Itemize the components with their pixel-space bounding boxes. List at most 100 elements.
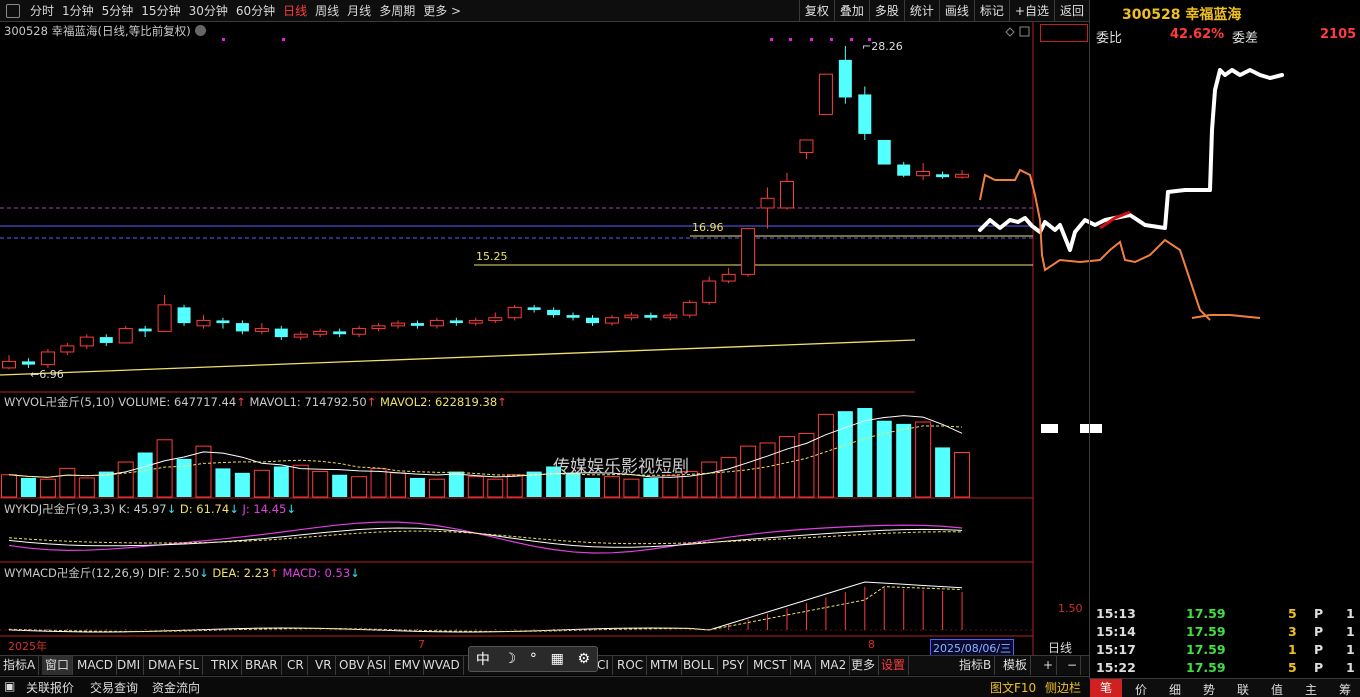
volume-bar bbox=[954, 452, 971, 498]
volume-bar bbox=[39, 478, 56, 498]
candle-body bbox=[760, 197, 775, 209]
indicator-tab-8[interactable]: CR bbox=[284, 656, 308, 675]
candle-body bbox=[936, 174, 950, 178]
candle-body bbox=[721, 273, 736, 282]
macd-indicator-name: WYMACD卍金斤(12,26,9) bbox=[4, 566, 145, 580]
indicator-tab-26[interactable]: + bbox=[1040, 656, 1058, 675]
volume-bar bbox=[623, 478, 640, 498]
volume-bar bbox=[701, 461, 718, 498]
trade-query-button[interactable]: 交易查询 bbox=[90, 679, 138, 696]
macd-dea-line bbox=[8, 586, 963, 632]
right-tab-5[interactable]: 值 bbox=[1271, 681, 1283, 697]
tick-flag: P bbox=[1314, 624, 1324, 639]
indicator-tab-15[interactable]: ROC bbox=[614, 656, 648, 675]
volume-bar bbox=[117, 461, 134, 498]
float-tool-4[interactable]: ⚙ bbox=[578, 651, 591, 667]
fund-flow-button[interactable]: 资金流向 bbox=[152, 679, 200, 696]
float-tool-1[interactable]: ☽ bbox=[504, 651, 517, 667]
candle-body bbox=[79, 336, 94, 347]
indicator-tab-16[interactable]: MTM bbox=[647, 656, 683, 675]
indicator-tab-24[interactable]: 指标B bbox=[956, 656, 996, 675]
orange-stroke-2 bbox=[1191, 314, 1261, 319]
candle-body bbox=[663, 314, 678, 319]
sector-watermark: 传媒娱乐影视短剧 bbox=[553, 457, 689, 477]
indicator-tab-2[interactable]: MACD bbox=[74, 656, 117, 675]
indicator-tab-11[interactable]: ASI bbox=[364, 656, 391, 675]
candle-body bbox=[741, 228, 756, 275]
indicator-tab-5[interactable]: FSL bbox=[175, 656, 203, 675]
indicator-tab-1[interactable]: 窗口 bbox=[42, 656, 74, 675]
right-tab-7[interactable]: 筹 bbox=[1339, 681, 1351, 697]
weibi-label: 委比 bbox=[1096, 31, 1123, 46]
price-line-label-1525: 15.25 bbox=[476, 250, 508, 263]
volume-bar bbox=[428, 478, 445, 498]
indicator-tab-23[interactable]: 设置 bbox=[878, 656, 910, 675]
period-label: 日线 bbox=[1048, 641, 1073, 655]
indicator-tab-19[interactable]: MCST bbox=[750, 656, 791, 675]
tick-row: 15:22 17.59 5 P 1 bbox=[1092, 660, 1360, 678]
volume-bar bbox=[837, 411, 853, 497]
volume-bar bbox=[896, 423, 912, 497]
indicator-tab-20[interactable]: MA bbox=[790, 656, 816, 675]
tick-volume: 1 bbox=[1288, 642, 1297, 657]
volume-bar bbox=[448, 471, 464, 497]
low-price-value: 6.96 bbox=[39, 368, 64, 381]
volume-bar bbox=[935, 447, 951, 497]
related-quote-button[interactable]: 关联报价 bbox=[26, 679, 74, 696]
tick-flag: P bbox=[1314, 660, 1324, 675]
indicator-tab-9[interactable]: VR bbox=[312, 656, 336, 675]
candle-body bbox=[527, 307, 541, 310]
indicator-tab-0[interactable]: 指标A bbox=[0, 656, 40, 675]
candle-body bbox=[897, 164, 911, 176]
candle-body bbox=[682, 301, 697, 316]
tick-time: 15:13 bbox=[1096, 606, 1136, 621]
indicator-tab-25[interactable]: 模板 bbox=[1000, 656, 1032, 675]
tick-flag: P bbox=[1314, 606, 1324, 621]
indicator-tab-3[interactable]: DMI bbox=[114, 656, 145, 675]
indicator-tab-17[interactable]: BOLL bbox=[680, 656, 718, 675]
candle-body bbox=[216, 320, 230, 324]
right-tab-0[interactable]: 笔 bbox=[1090, 679, 1123, 697]
candle-body bbox=[254, 328, 269, 332]
toolbar-button-7[interactable]: 返回 bbox=[1053, 0, 1089, 22]
sidebar-toggle-button[interactable]: 侧边栏 bbox=[1045, 679, 1081, 696]
right-tab-1[interactable]: 价 bbox=[1135, 681, 1147, 697]
vol-up-arrow-icon: ↑ bbox=[236, 395, 246, 409]
tick-price: 17.59 bbox=[1186, 624, 1226, 639]
volume-bar bbox=[817, 413, 834, 498]
indicator-tab-22[interactable]: 更多 bbox=[848, 656, 880, 675]
tick-time: 15:17 bbox=[1096, 642, 1136, 657]
macd-dif-value: DIF: 2.50 bbox=[147, 566, 200, 580]
candle-body bbox=[196, 319, 211, 327]
volume-bar bbox=[312, 471, 329, 498]
right-tab-4[interactable]: 联 bbox=[1237, 681, 1249, 697]
float-tool-3[interactable]: ▦ bbox=[551, 651, 564, 667]
candle-body bbox=[624, 314, 639, 319]
volume-bar bbox=[585, 477, 600, 497]
volume-bar bbox=[740, 445, 757, 498]
indicator-tab-27[interactable]: − bbox=[1064, 656, 1082, 675]
float-tool-0[interactable]: 中 bbox=[476, 649, 490, 669]
white-stroke bbox=[978, 68, 1284, 252]
float-tool-2[interactable]: ° bbox=[530, 651, 537, 667]
macd-axis-label: 1.50 bbox=[1058, 602, 1083, 615]
indicator-tab-18[interactable]: PSY bbox=[719, 656, 749, 675]
macd-panel-label: WYMACD卍金斤(12,26,9) DIF: 2.50↓ DEA: 2.23↑… bbox=[4, 565, 360, 581]
right-tab-3[interactable]: 势 bbox=[1203, 681, 1215, 697]
candle-body bbox=[468, 319, 483, 324]
status-icon[interactable]: ▣ bbox=[4, 679, 15, 693]
f10-button[interactable]: 图文F10 bbox=[990, 679, 1036, 696]
indicator-tab-13[interactable]: WVAD bbox=[420, 656, 464, 675]
candle-body bbox=[818, 73, 833, 115]
tick-count: 1 bbox=[1346, 606, 1355, 621]
right-tab-2[interactable]: 细 bbox=[1169, 681, 1181, 697]
kdj-d-line bbox=[8, 530, 963, 545]
indicator-tab-21[interactable]: MA2 bbox=[817, 656, 851, 675]
vol-indicator-name: WYVOL卍金斤(5,10) bbox=[4, 395, 115, 409]
candle-body bbox=[313, 330, 328, 335]
indicator-tab-6[interactable]: TRIX bbox=[208, 656, 243, 675]
candle-body bbox=[371, 325, 386, 330]
right-tab-6[interactable]: 主 bbox=[1305, 681, 1317, 697]
candle-body bbox=[40, 351, 55, 366]
indicator-tab-7[interactable]: BRAR bbox=[242, 656, 282, 675]
